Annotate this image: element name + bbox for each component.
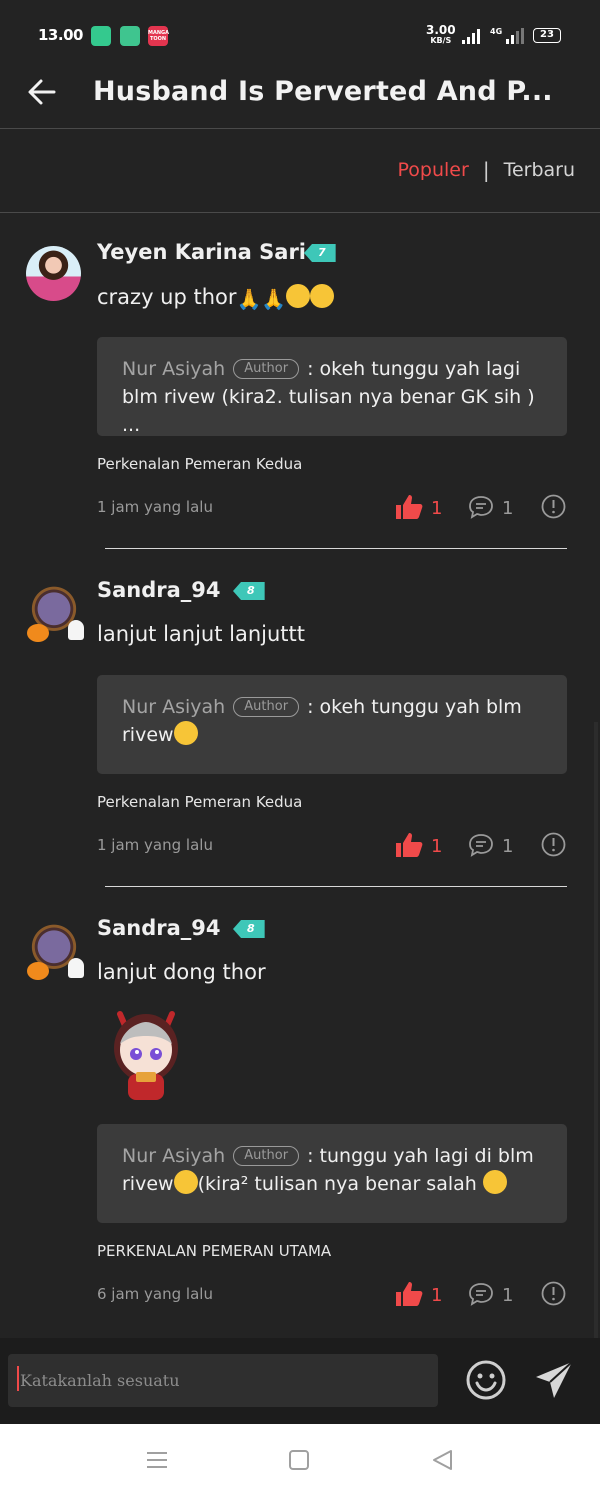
comment-composer xyxy=(0,1338,600,1424)
laugh-emoji-icon xyxy=(482,1170,507,1194)
devil-girl-sticker xyxy=(114,1011,178,1100)
comment-username[interactable]: Sandra_94 xyxy=(97,916,221,940)
comment-username[interactable]: Sandra_94 xyxy=(97,578,221,602)
comment-divider xyxy=(105,886,567,887)
author-reply[interactable]: Nur Asiyah Author : okeh tunggu yah lagi… xyxy=(97,337,567,436)
cell-signal-icon xyxy=(506,28,524,44)
reply-count: 1 xyxy=(502,836,514,857)
thumbs-up-icon[interactable] xyxy=(395,832,423,858)
comment-time: 1 jam yang lalu xyxy=(97,836,213,854)
tab-terbaru[interactable]: Terbaru xyxy=(504,159,575,181)
comment-bubble-icon[interactable] xyxy=(468,1282,494,1306)
tab-separator: | xyxy=(482,158,490,182)
chapter-link[interactable]: Perkenalan Pemeran Kedua xyxy=(97,793,302,811)
comment-username[interactable]: Yeyen Karina Sari xyxy=(97,240,306,264)
sort-divider xyxy=(0,212,600,213)
report-icon[interactable] xyxy=(541,494,566,519)
like-count: 1 xyxy=(431,836,443,857)
sort-tabs: Populer | Terbaru xyxy=(398,158,575,182)
author-reply[interactable]: Nur Asiyah Author : tunggu yah lagi di b… xyxy=(97,1124,567,1223)
avatar[interactable] xyxy=(22,580,86,644)
avatar[interactable] xyxy=(26,246,81,301)
chapter-link[interactable]: Perkenalan Pemeran Kedua xyxy=(97,455,302,473)
thumbs-up-icon[interactable] xyxy=(395,494,423,520)
wifi-signal-icon xyxy=(462,28,480,44)
scrollbar[interactable] xyxy=(594,722,598,1338)
pray-emoji-icon: 🙏🙏 xyxy=(236,287,287,311)
tab-populer[interactable]: Populer xyxy=(398,159,469,181)
level-badge: 8 xyxy=(233,920,265,938)
grin-emoji-icon xyxy=(173,721,198,745)
text-caret xyxy=(17,1366,19,1391)
comment-text: lanjut lanjut lanjuttt xyxy=(97,622,305,646)
author-badge: Author xyxy=(233,359,300,379)
chapter-link[interactable]: PERKENALAN PEMERAN UTAMA xyxy=(97,1242,331,1260)
report-icon[interactable] xyxy=(541,1281,566,1306)
author-badge: Author xyxy=(233,1146,300,1166)
comment-time: 6 jam yang lalu xyxy=(97,1285,213,1303)
reply-count: 1 xyxy=(502,1285,514,1306)
page-title: Husband Is Perverted And P... xyxy=(93,76,553,107)
report-icon[interactable] xyxy=(541,832,566,857)
comment-divider xyxy=(105,548,567,549)
nav-back-icon[interactable] xyxy=(431,1449,453,1471)
back-arrow-icon[interactable] xyxy=(26,76,58,108)
app-notification-icon xyxy=(120,26,140,46)
author-reply[interactable]: Nur Asiyah Author : okeh tunggu yah blm … xyxy=(97,675,567,774)
comment-input[interactable] xyxy=(20,1354,430,1407)
comment-bubble-icon[interactable] xyxy=(468,495,494,519)
level-badge: 7 xyxy=(304,244,336,262)
reply-text-end: (kira² tulisan nya benar salah xyxy=(197,1173,483,1195)
like-count: 1 xyxy=(431,498,443,519)
battery-icon: 23 xyxy=(533,28,561,43)
emoji-icon[interactable] xyxy=(465,1359,507,1401)
reply-author-name: Nur Asiyah xyxy=(122,358,226,380)
comment-text: lanjut dong thor xyxy=(97,960,266,984)
author-badge: Author xyxy=(233,697,300,717)
thumbs-up-icon[interactable] xyxy=(395,1281,423,1307)
mangatoon-notification-icon: MANGA TOON xyxy=(148,26,169,46)
comment-input-box[interactable] xyxy=(8,1354,438,1407)
comment-bubble-icon[interactable] xyxy=(468,833,494,857)
header-divider xyxy=(0,128,600,129)
comment-text: crazy up thor🙏🙏 xyxy=(97,284,335,311)
menu-icon[interactable] xyxy=(146,1450,168,1470)
kiss-emoji-icon xyxy=(286,284,311,308)
send-icon[interactable] xyxy=(534,1360,574,1400)
reply-author-name: Nur Asiyah xyxy=(122,1145,226,1167)
reply-count: 1 xyxy=(502,498,514,519)
status-bar: 13.00 MANGA TOON 3.00 KB/S 4G 23 xyxy=(0,0,600,64)
home-icon[interactable] xyxy=(289,1450,309,1470)
network-speed: 3.00 KB/S xyxy=(426,23,456,45)
avatar[interactable] xyxy=(22,918,86,982)
status-time: 13.00 xyxy=(38,26,83,44)
reply-author-name: Nur Asiyah xyxy=(122,696,226,718)
comment-time: 1 jam yang lalu xyxy=(97,498,213,516)
app-notification-icon xyxy=(91,26,111,46)
laugh-emoji-icon xyxy=(173,1170,198,1194)
network-type: 4G xyxy=(490,27,503,36)
top-app-bar: Husband Is Perverted And P... xyxy=(0,64,600,128)
level-badge: 8 xyxy=(233,582,265,600)
system-nav-bar xyxy=(0,1424,600,1496)
like-count: 1 xyxy=(431,1285,443,1306)
kiss-emoji-icon xyxy=(310,284,335,308)
